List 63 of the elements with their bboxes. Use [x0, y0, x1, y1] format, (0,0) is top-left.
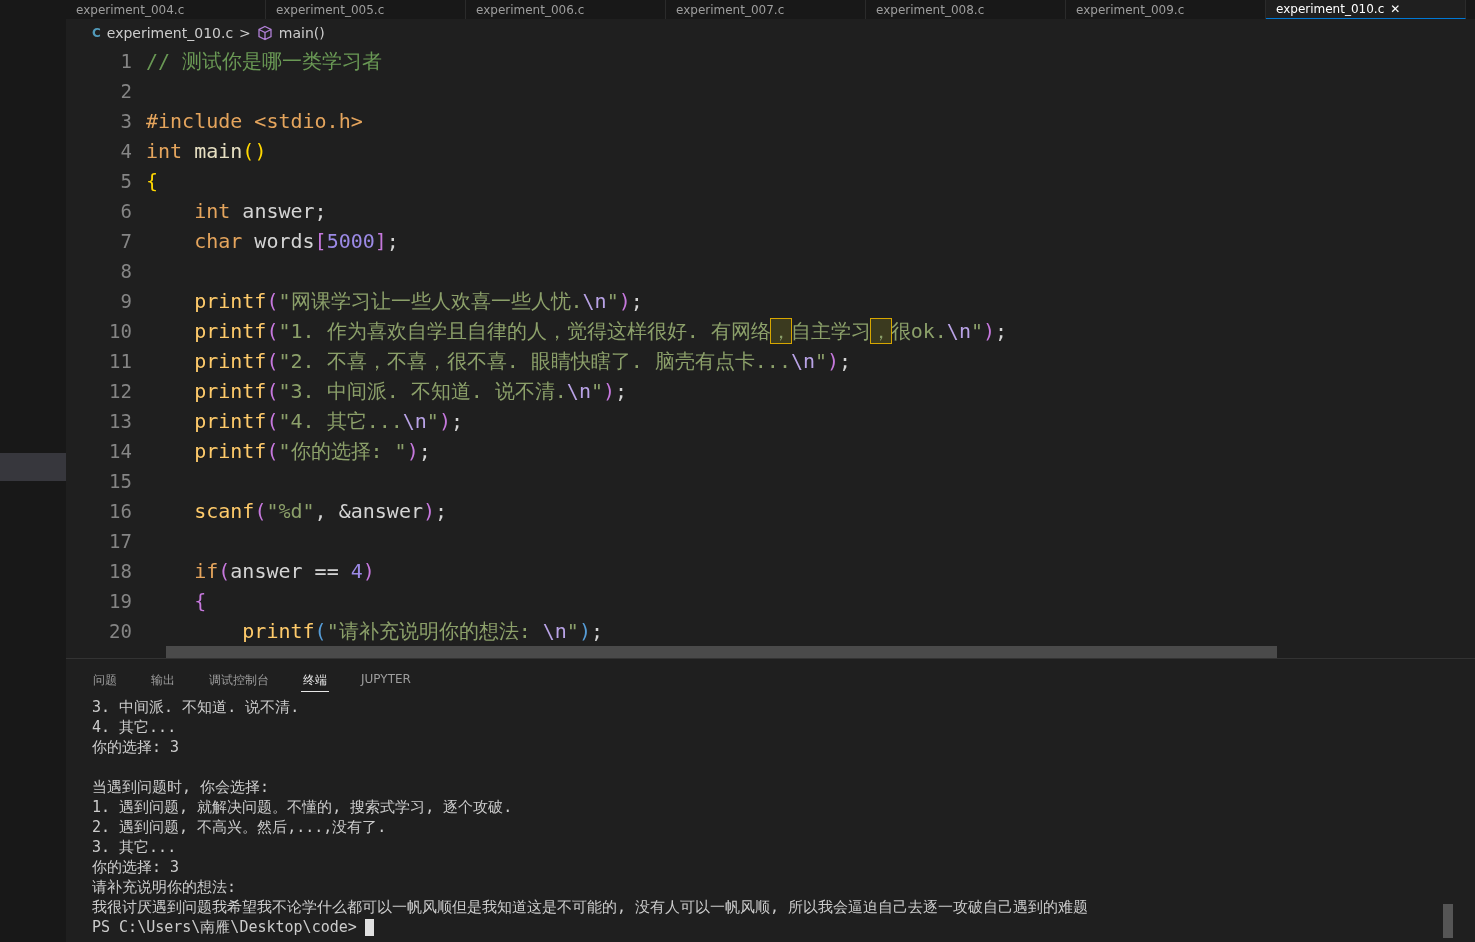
line-number: 7 [119, 229, 133, 254]
line-number: 20 [108, 619, 133, 644]
line-number: 18 [108, 559, 133, 584]
code-line: #include <stdio.h> [146, 109, 363, 133]
c-file-icon: C [92, 25, 101, 40]
scrollbar[interactable] [166, 646, 1277, 658]
code-line: int answer; [193, 199, 327, 223]
code-line: printf("2. 不喜，不喜，很不喜. 眼睛快瞎了. 脑壳有点卡...\n"); [193, 347, 852, 375]
code-line: printf("请补充说明你的想法: \n"); [241, 617, 603, 645]
line-number: 14 [108, 439, 133, 464]
terminal-line: 4. 其它... [92, 718, 177, 736]
line-number: 13 [108, 409, 133, 434]
line-number: 4 [119, 139, 133, 164]
code-line: printf("网课学习让一些人欢喜一些人忧.\n"); [193, 287, 643, 315]
line-number: 9 [119, 289, 133, 314]
line-number: 16 [108, 499, 133, 524]
code-line: { [193, 589, 207, 613]
code-line: printf("4. 其它...\n"); [193, 407, 463, 435]
line-number: 17 [108, 529, 133, 554]
scrollbar[interactable] [1443, 904, 1453, 938]
line-number: 1 [119, 49, 133, 74]
terminal-line: 3. 其它... [92, 838, 177, 856]
line-number: 5 [119, 169, 133, 194]
code-line: printf("你的选择: "); [193, 437, 431, 465]
code-line: printf("1. 作为喜欢自学且自律的人，觉得这样很好. 有网络，自主学习，很ok.\n"); [193, 317, 1008, 345]
activity-bar-selection [0, 453, 66, 481]
code-line: printf("3. 中间派. 不知道. 说不清.\n"); [193, 377, 628, 405]
terminal-line: 请补充说明你的想法: [92, 878, 237, 896]
line-number: 3 [119, 109, 133, 134]
panel-tab[interactable]: JUPYTER [359, 669, 413, 692]
panel-tab[interactable]: 调试控制台 [207, 669, 271, 692]
panel-tab[interactable]: 问题 [91, 669, 119, 692]
line-number: 10 [108, 319, 133, 344]
line-number: 8 [119, 259, 133, 284]
terminal-line: 你的选择: 3 [92, 738, 180, 756]
panel-tab[interactable]: 终端 [301, 669, 329, 692]
terminal-line: 2. 遇到问题, 不高兴。然后,...,没有了. [92, 818, 387, 836]
terminal-line: 当遇到问题时, 你会选择: [92, 778, 270, 796]
code-line: scanf("%d", &answer); [193, 499, 448, 523]
editor-tab[interactable]: experiment_010.c ✕ [1266, 0, 1466, 19]
cube-icon [256, 24, 273, 41]
code-line: // 测试你是哪一类学习者 [146, 47, 383, 75]
terminal-line: 我很讨厌遇到问题我希望我不论学什么都可以一帆风顺但是我知道这是不可能的, 没有人可以一帆风顺, 所以我会逼迫自己去逐一攻破自己遇到的难题 [92, 898, 1089, 916]
line-number: 15 [108, 469, 133, 494]
code-line: if(answer == 4) [193, 559, 375, 583]
line-number: 11 [108, 349, 133, 374]
breadcrumb-symbol[interactable]: main() [278, 24, 325, 41]
terminal-cursor [364, 919, 374, 936]
terminal-line: 1. 遇到问题, 就解决问题。不懂的, 搜索式学习, 逐个攻破. [92, 798, 513, 816]
line-number: 2 [119, 79, 133, 104]
line-number: 19 [108, 589, 133, 614]
terminal-line: 3. 中间派. 不知道. 说不清. [92, 698, 300, 716]
close-icon[interactable]: ✕ [1390, 2, 1401, 16]
breadcrumb-separator: > [239, 24, 251, 41]
line-number: 12 [108, 379, 133, 404]
line-number: 6 [119, 199, 133, 224]
code-line: { [146, 169, 159, 193]
terminal-prompt: PS C:\Users\南雁\Desktop\code> [92, 918, 357, 936]
code-line: char words[5000]; [193, 229, 399, 253]
breadcrumb-file[interactable]: experiment_010.c [106, 24, 234, 41]
code-line: int main() [146, 139, 267, 163]
terminal-line: 你的选择: 3 [92, 858, 180, 876]
panel-tab[interactable]: 输出 [149, 669, 177, 692]
